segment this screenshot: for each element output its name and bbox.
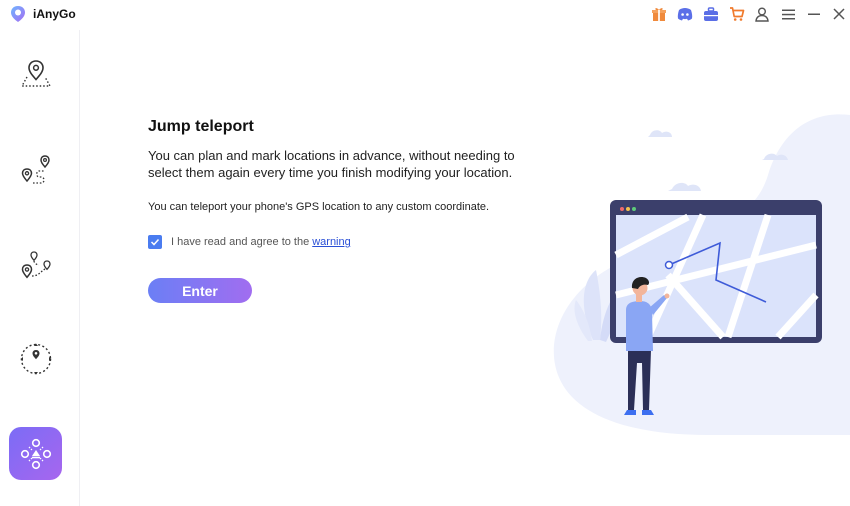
teleport-illustration <box>553 114 850 435</box>
menu-icon[interactable] <box>779 5 797 23</box>
sidebar-item-jump-teleport[interactable] <box>9 427 62 480</box>
sidebar-item-single-spot[interactable] <box>9 143 62 196</box>
cart-icon[interactable] <box>728 5 746 23</box>
sidebar-item-multi-spot[interactable] <box>9 239 62 292</box>
multi-route-icon <box>21 250 51 279</box>
page-title: Jump teleport <box>148 118 254 135</box>
app-logo-icon <box>11 6 25 22</box>
sidebar-item-joystick[interactable] <box>9 332 62 385</box>
enter-button[interactable]: Enter <box>148 278 252 303</box>
check-icon <box>150 238 160 246</box>
route-icon <box>21 154 50 184</box>
toolbox-icon[interactable] <box>702 5 720 23</box>
close-icon[interactable] <box>830 5 848 23</box>
discord-icon[interactable] <box>676 5 694 23</box>
sidebar <box>0 30 80 506</box>
sidebar-item-change-location[interactable] <box>9 47 62 100</box>
warning-link[interactable]: warning <box>312 236 351 248</box>
app-title: iAnyGo <box>33 7 76 21</box>
agreement-row: I have read and agree to the warning <box>148 235 351 249</box>
agree-checkbox[interactable] <box>148 235 162 249</box>
page-description: You can plan and mark locations in advan… <box>148 148 515 180</box>
joystick-icon <box>20 343 51 374</box>
teleport-icon <box>20 438 51 469</box>
map-pin-icon <box>20 59 51 87</box>
title-bar: iAnyGo <box>0 0 850 30</box>
minimize-icon[interactable] <box>805 5 823 23</box>
agree-label: I have read and agree to the <box>171 236 310 248</box>
teleport-note: You can teleport your phone's GPS locati… <box>148 201 490 213</box>
gift-icon[interactable] <box>650 5 668 23</box>
user-icon[interactable] <box>753 5 771 23</box>
